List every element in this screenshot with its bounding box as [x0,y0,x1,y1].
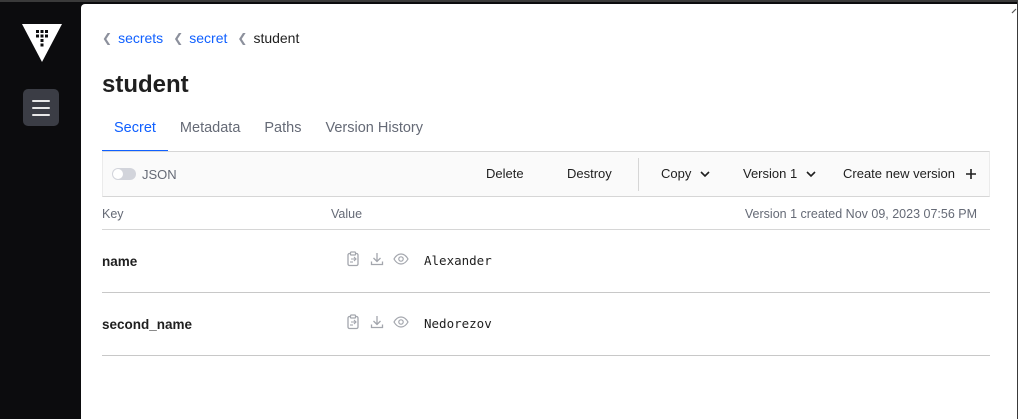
chevron-left-icon: ❮ [237,31,248,45]
toolbar-divider [638,158,639,191]
copy-dropdown-button[interactable]: Copy [661,166,711,181]
chevron-left-icon: ❮ [102,31,113,45]
breadcrumb-current-label: student [253,30,300,46]
secret-key: name [102,254,138,269]
app-window: ❮ secrets ❮ secret ❮ student student Sec… [0,0,1018,419]
table-row: second_name Nedorezov [102,293,990,356]
tab-metadata[interactable]: Metadata [168,114,252,152]
secret-value: Alexander [424,253,492,268]
eye-icon[interactable] [393,314,409,330]
hamburger-menu-icon [32,99,50,102]
plus-icon [966,168,976,179]
chevron-left-icon: ❮ [173,31,184,45]
breadcrumb-item-secrets[interactable]: ❮ secrets [102,30,163,46]
hamburger-menu-button[interactable] [23,89,59,126]
version-dropdown-button[interactable]: Version 1 [743,166,817,181]
delete-button-label: Delete [486,166,524,181]
breadcrumb-link[interactable]: secret [189,30,227,46]
download-icon[interactable] [369,251,385,267]
main-content: ❮ secrets ❮ secret ❮ student student Sec… [81,4,1017,419]
json-toggle-label: JSON [142,167,177,182]
secret-value: Nedorezov [424,316,492,331]
row-actions [345,314,409,330]
tab-bar: Secret Metadata Paths Version History [102,114,990,152]
chevron-down-icon [806,170,816,177]
destroy-button[interactable]: Destroy [567,166,612,181]
json-toggle[interactable] [112,168,136,180]
page-title: student [102,71,189,98]
create-new-version-label: Create new version [843,166,955,181]
clipboard-copy-icon[interactable] [345,251,361,267]
chevron-down-icon [700,170,710,177]
table-header: Key Value Version 1 created Nov 09, 2023… [102,204,990,230]
version-created-info: Version 1 created Nov 09, 2023 07:56 PM [744,207,977,221]
column-header-value: Value [331,207,363,221]
secret-toolbar: JSON Delete Destroy Copy Version 1 Creat… [102,151,990,197]
tab-version-history[interactable]: Version History [313,114,435,152]
breadcrumb: ❮ secrets ❮ secret ❮ student [102,30,309,46]
sidebar [0,4,81,419]
version-button-label: Version 1 [743,166,798,181]
create-new-version-button[interactable]: Create new version [843,166,977,181]
tab-secret[interactable]: Secret [102,114,168,152]
secret-key: second_name [102,317,193,332]
breadcrumb-item-secret[interactable]: ❮ secret [173,30,227,46]
copy-button-label: Copy [661,166,692,181]
window-resize-icon [1011,8,1017,14]
tab-paths[interactable]: Paths [252,114,313,152]
breadcrumb-item-current: ❮ student [237,30,299,46]
delete-button[interactable]: Delete [486,166,524,181]
destroy-button-label: Destroy [567,166,612,181]
row-actions [345,251,409,267]
download-icon[interactable] [369,314,385,330]
breadcrumb-link[interactable]: secrets [118,30,163,46]
vault-logo-icon[interactable] [22,24,62,64]
table-row: name Alexander [102,230,990,293]
eye-icon[interactable] [393,251,409,267]
column-header-key: Key [102,207,124,221]
clipboard-copy-icon[interactable] [345,314,361,330]
